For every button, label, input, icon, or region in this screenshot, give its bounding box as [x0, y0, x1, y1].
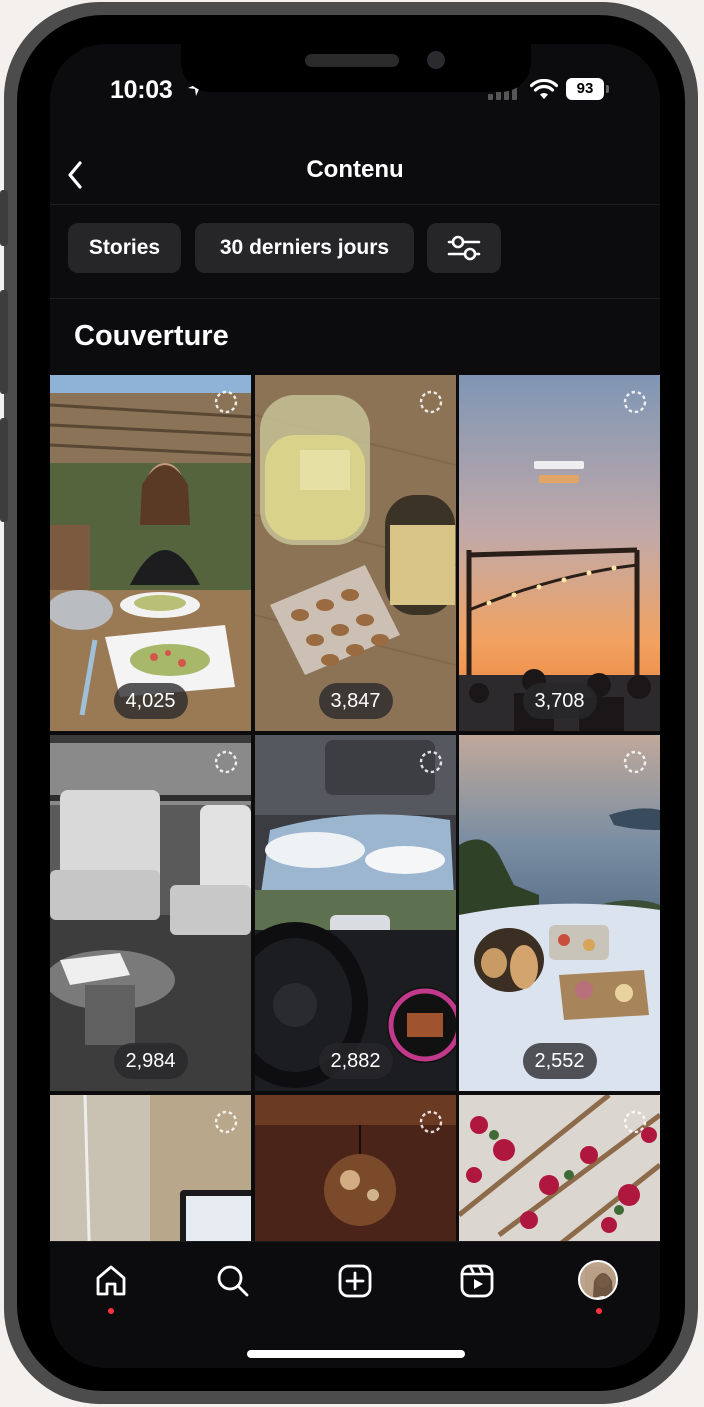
view-count: 2,882	[318, 1043, 393, 1079]
tab-reels[interactable]	[452, 1256, 502, 1306]
notch	[181, 44, 531, 92]
reels-icon	[460, 1264, 494, 1298]
loading-spinner-icon	[419, 1110, 443, 1134]
bottom-tab-bar	[50, 1241, 660, 1368]
view-count: 3,847	[318, 683, 393, 719]
status-time: 10:03	[110, 76, 173, 104]
silent-switch	[0, 190, 8, 246]
story-thumbnail	[255, 375, 456, 731]
header: Contenu	[50, 144, 660, 205]
home-icon	[96, 1265, 126, 1296]
story-tile[interactable]: 3,708	[459, 375, 660, 731]
screen: 10:03 93 Contenu Stories 30 derniers jou…	[50, 44, 660, 1368]
loading-spinner-icon	[419, 750, 443, 774]
notification-dot	[108, 1308, 114, 1314]
home-indicator	[247, 1350, 465, 1358]
period-filter-chip[interactable]: 30 derniers jours	[195, 223, 414, 273]
loading-spinner-icon	[214, 390, 238, 414]
loading-spinner-icon	[623, 1110, 647, 1134]
view-count: 2,984	[113, 1043, 188, 1079]
tab-search[interactable]	[208, 1256, 258, 1306]
story-tile[interactable]	[50, 1095, 251, 1241]
battery-icon: 93	[566, 78, 610, 100]
speaker	[305, 54, 399, 67]
story-thumbnail	[50, 375, 251, 731]
story-tile[interactable]: 2,552	[459, 735, 660, 1091]
loading-spinner-icon	[623, 750, 647, 774]
story-grid: 4,025 3,847 3,708 2,984 2,882 2,552	[50, 375, 660, 1241]
page-title: Contenu	[306, 156, 404, 183]
section-title: Couverture	[74, 320, 229, 352]
volume-down-button	[0, 418, 8, 522]
view-count: 4,025	[113, 683, 188, 719]
view-count: 3,708	[522, 683, 597, 719]
story-tile[interactable]: 3,847	[255, 375, 456, 731]
filter-sliders-icon	[447, 235, 481, 261]
story-tile[interactable]: 4,025	[50, 375, 251, 731]
filter-settings-button[interactable]	[427, 223, 501, 273]
search-icon	[217, 1265, 249, 1297]
story-thumbnail	[50, 735, 251, 1091]
story-tile[interactable]	[255, 1095, 456, 1241]
loading-spinner-icon	[214, 1110, 238, 1134]
filter-row: Stories 30 derniers jours	[50, 205, 660, 299]
story-tile[interactable]: 2,984	[50, 735, 251, 1091]
front-camera	[427, 51, 445, 69]
stories-filter-chip[interactable]: Stories	[68, 223, 181, 273]
volume-up-button	[0, 290, 8, 394]
battery-level: 93	[566, 78, 604, 100]
tab-profile[interactable]	[574, 1256, 624, 1314]
story-thumbnail	[459, 375, 660, 731]
story-thumbnail	[459, 735, 660, 1091]
loading-spinner-icon	[419, 390, 443, 414]
notification-dot	[596, 1308, 602, 1314]
wifi-icon	[530, 79, 558, 99]
story-tile[interactable]: 2,882	[255, 735, 456, 1091]
tab-home[interactable]	[86, 1256, 136, 1314]
view-count: 2,552	[522, 1043, 597, 1079]
tab-create[interactable]	[330, 1256, 380, 1306]
loading-spinner-icon	[623, 390, 647, 414]
story-thumbnail	[255, 735, 456, 1091]
create-icon	[338, 1264, 372, 1298]
loading-spinner-icon	[214, 750, 238, 774]
story-tile[interactable]	[459, 1095, 660, 1241]
profile-avatar-icon	[578, 1260, 618, 1300]
